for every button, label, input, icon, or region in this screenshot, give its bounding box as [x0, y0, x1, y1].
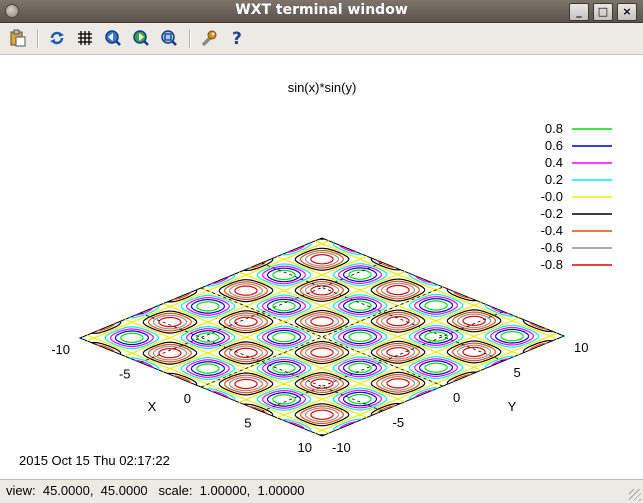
legend-label: -0.0	[541, 189, 563, 204]
svg-text:?: ?	[232, 29, 242, 47]
contour-plot[interactable]: sin(x)*sin(y) 0.8 0.6 0.4 0.2 -0.0 -0.2 -0.4 -0…	[0, 55, 643, 479]
legend-label: 0.2	[545, 172, 563, 187]
x-tick-label: 5	[244, 416, 251, 431]
zoom-fit-icon	[161, 30, 177, 46]
x-tick-label: -10	[51, 342, 70, 357]
x-tick-label: 0	[184, 391, 191, 406]
zoom-previous-icon	[105, 30, 121, 46]
legend-label: -0.4	[541, 223, 563, 238]
help-button[interactable]: ?	[227, 28, 247, 48]
plot-title: sin(x)*sin(y)	[288, 80, 357, 95]
legend-label: 0.6	[545, 138, 563, 153]
y-tick-label: -10	[332, 440, 351, 455]
y-axis-label: Y	[508, 399, 517, 414]
timestamp: 2015 Oct 15 Thu 02:17:22	[19, 453, 170, 468]
y-tick-label: -5	[393, 415, 405, 430]
resize-grip[interactable]	[629, 489, 641, 501]
clipboard-icon	[10, 29, 26, 47]
y-tick-label: 10	[574, 340, 588, 355]
close-button[interactable]: ×	[617, 3, 637, 21]
plot-canvas[interactable]: sin(x)*sin(y) 0.8 0.6 0.4 0.2 -0.0 -0.2 -0.4 -0…	[0, 55, 643, 479]
help-icon: ?	[232, 29, 242, 47]
maximize-button[interactable]: □	[593, 3, 613, 21]
x-tick-label: 10	[298, 440, 312, 455]
legend: 0.8 0.6 0.4 0.2 -0.0 -0.2 -0.4 -0.6 -0.8	[541, 121, 612, 272]
minimize-button[interactable]: _	[569, 3, 589, 21]
x-tick-label: -5	[119, 367, 131, 382]
wrench-icon	[202, 30, 217, 46]
x-axis-label: X	[148, 399, 157, 414]
toolbar: ?	[0, 23, 643, 55]
legend-label: 0.4	[545, 155, 563, 170]
view-scale-readout: view: 45.0000, 45.0000 scale: 1.00000, 1…	[6, 483, 305, 498]
options-button[interactable]	[199, 28, 219, 48]
y-tick-label: 5	[514, 365, 521, 380]
zoom-next-icon	[133, 30, 149, 46]
next-zoom-button[interactable]	[131, 28, 151, 48]
grid-icon	[78, 31, 92, 45]
legend-label: 0.8	[545, 121, 563, 136]
window-title-bar[interactable]: WXT terminal window _ □ ×	[0, 0, 643, 23]
previous-zoom-button[interactable]	[103, 28, 123, 48]
autoscale-button[interactable]	[159, 28, 179, 48]
replot-button[interactable]	[47, 28, 67, 48]
legend-label: -0.6	[541, 240, 563, 255]
legend-label: -0.2	[541, 206, 563, 221]
y-tick-label: 0	[453, 390, 460, 405]
legend-label: -0.8	[541, 257, 563, 272]
copy-to-clipboard-button[interactable]	[8, 28, 28, 48]
status-bar: view: 45.0000, 45.0000 scale: 1.00000, 1…	[0, 479, 643, 503]
refresh-icon	[50, 31, 64, 45]
toggle-grid-button[interactable]	[75, 28, 95, 48]
window-title: WXT terminal window	[235, 2, 408, 18]
